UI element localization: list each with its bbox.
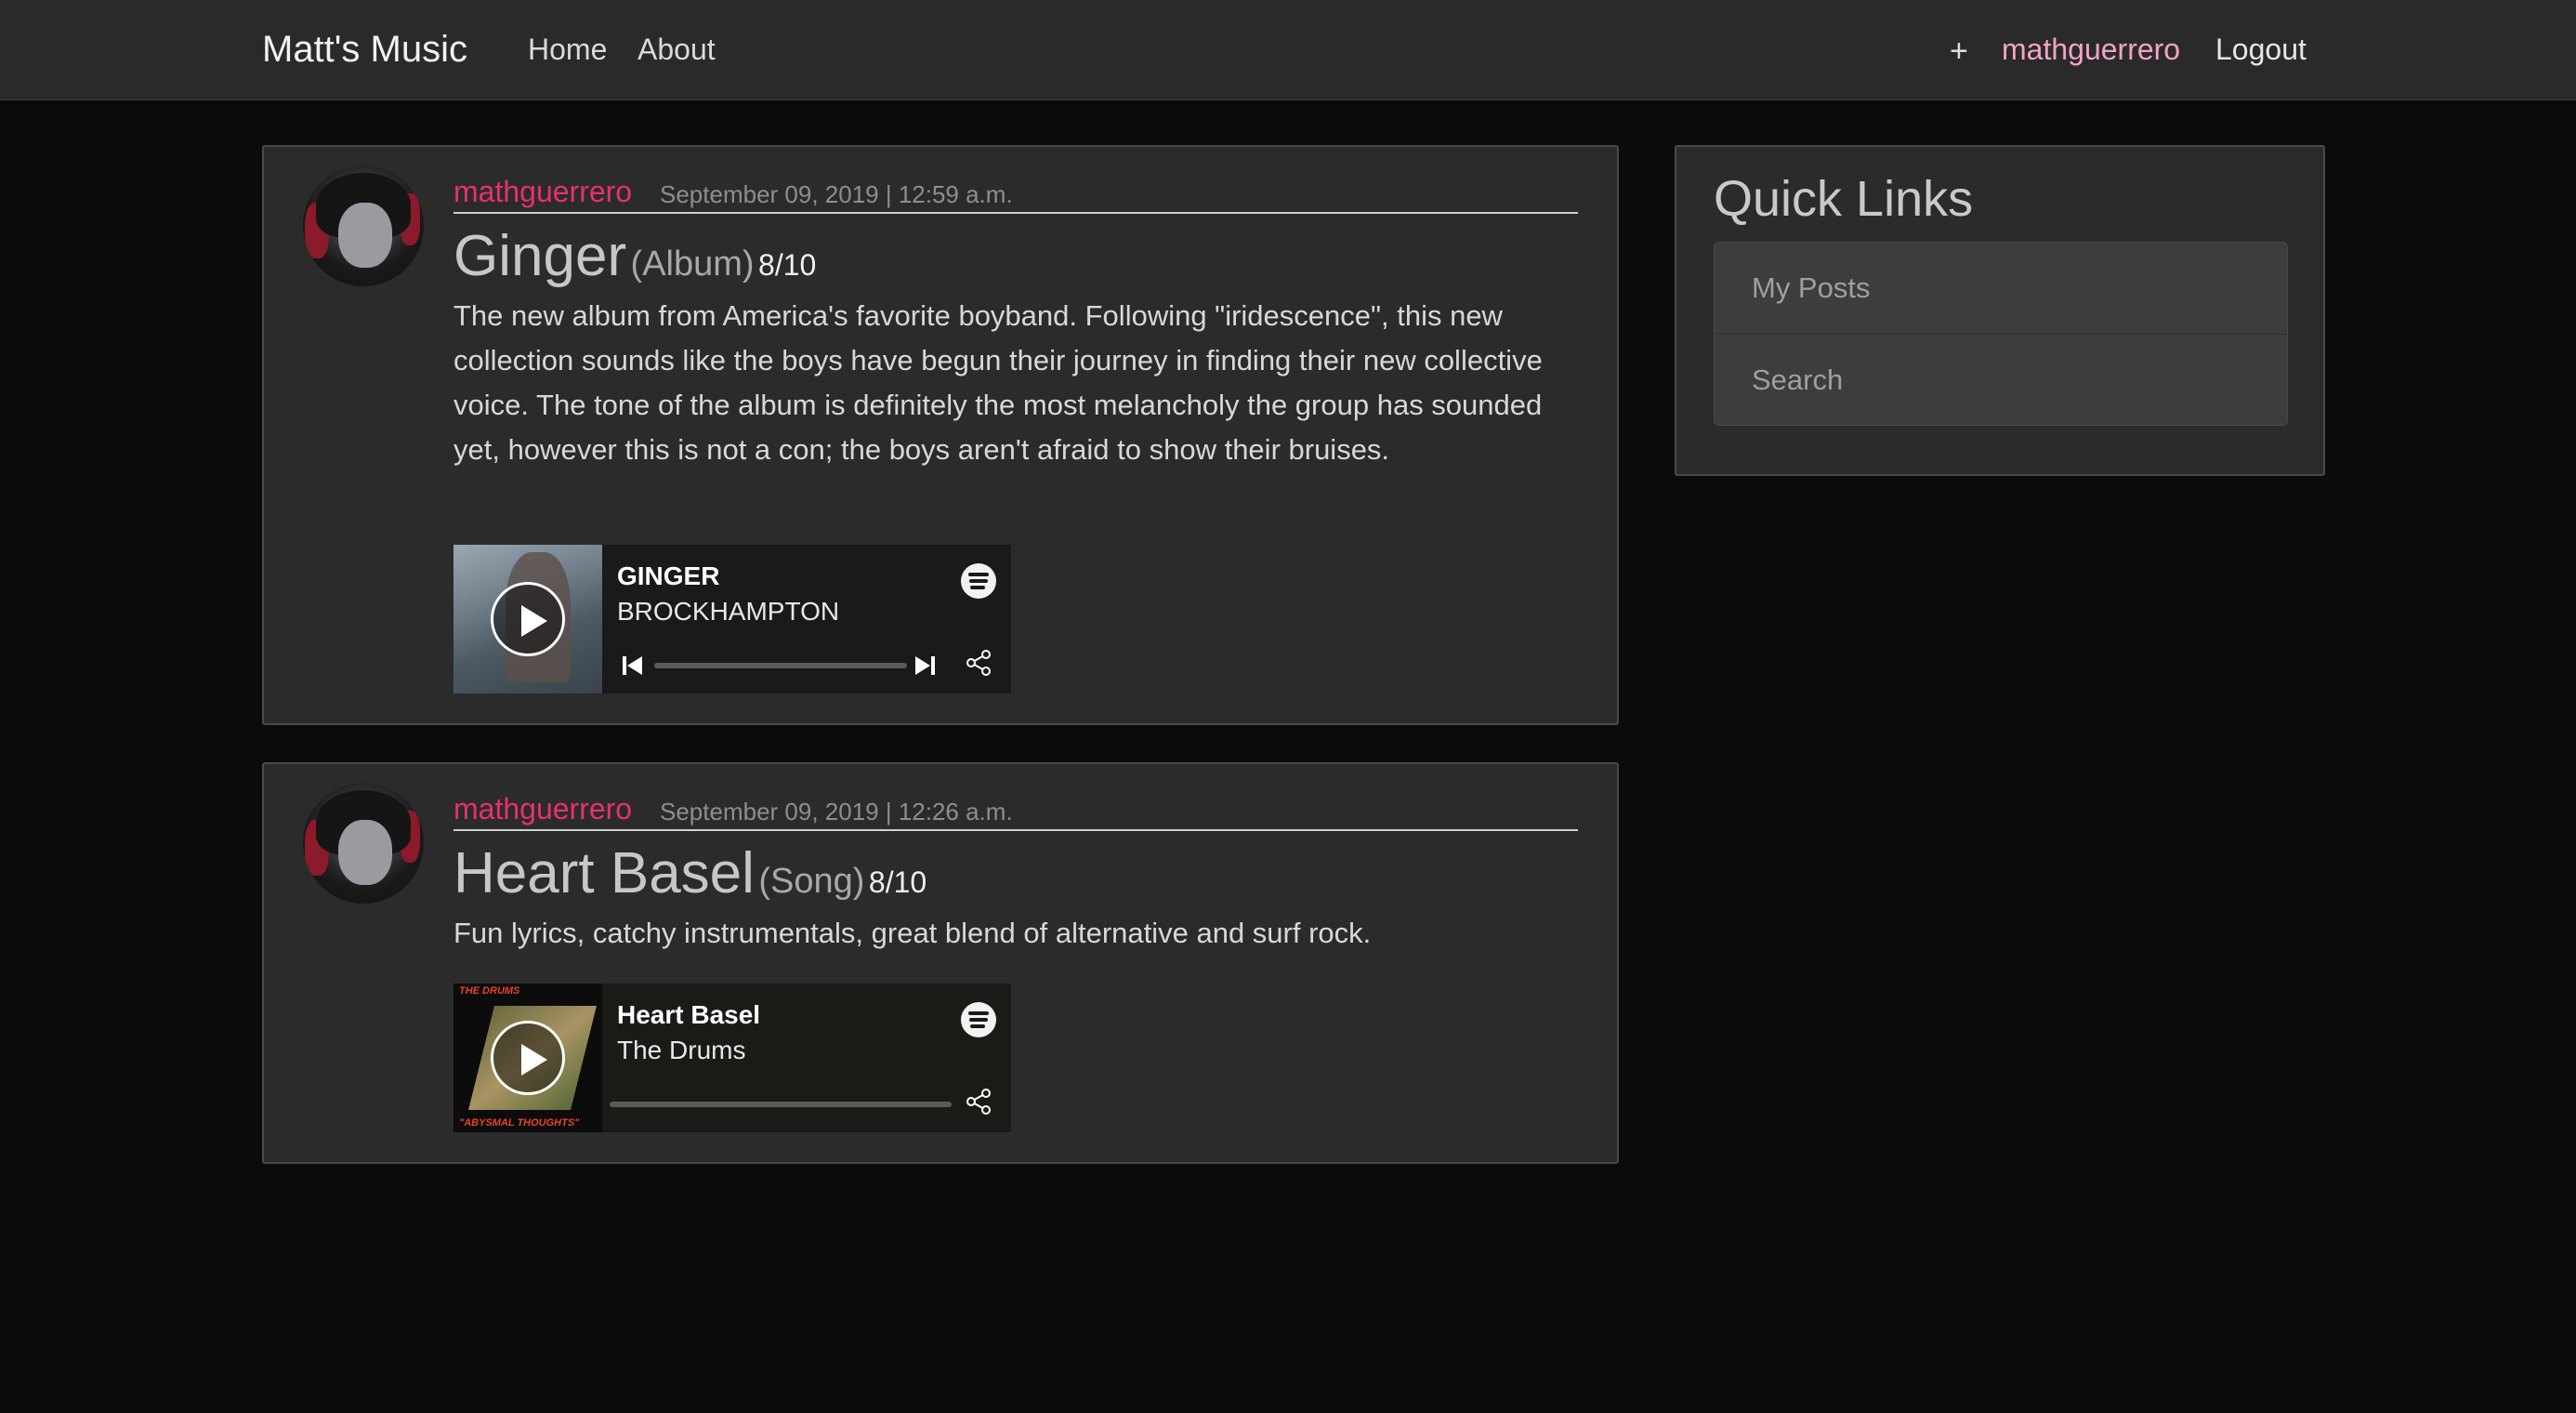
skip-back-icon[interactable] [621,654,643,677]
post-title-line: Ginger (Album) 8/10 [453,223,816,289]
nav-username-link[interactable]: mathguerrero [2002,26,2180,73]
spotify-icon[interactable] [961,1002,996,1037]
quick-links-title: Quick Links [1714,171,1974,227]
artist-name[interactable]: BROCKHAMPTON [617,595,839,628]
track-name[interactable]: Heart Basel [617,998,760,1032]
progress-bar[interactable] [654,663,907,668]
author-link[interactable]: mathguerrero [453,173,632,210]
search-link[interactable]: Search [1715,334,2287,425]
progress-bar[interactable] [610,1102,952,1107]
post-kind: (Song) [758,862,865,901]
post-card: mathguerrero September 09, 2019 | 12:59 … [262,145,1619,725]
post-header: mathguerrero September 09, 2019 | 12:59 … [453,147,1578,214]
share-icon[interactable] [965,649,992,677]
post-title-line: Heart Basel (Song) 8/10 [453,840,927,906]
skip-forward-icon[interactable] [914,654,937,677]
play-icon[interactable] [491,582,565,656]
nav-about-link[interactable]: About [637,26,716,73]
play-icon[interactable] [491,1021,565,1095]
author-avatar[interactable] [303,165,424,286]
my-posts-link[interactable]: My Posts [1715,243,2287,334]
cover-top-text: THE DRUMS [459,985,520,997]
post-body: The new album from America's favorite bo… [453,299,1543,466]
post-card: mathguerrero September 09, 2019 | 12:26 … [262,762,1619,1164]
artist-name[interactable]: The Drums [617,1034,745,1067]
brand-link[interactable]: Matt's Music [262,24,467,74]
navbar: Matt's Music Home About + mathguerrero L… [0,0,2576,100]
post-rating: 8/10 [868,865,927,899]
album-cover: THE DRUMS "ABYSMAL THOUGHTS" [453,984,602,1132]
share-icon[interactable] [965,1088,992,1116]
post-header: mathguerrero September 09, 2019 | 12:26 … [453,764,1578,831]
spotify-player[interactable]: GINGER BROCKHAMPTON [453,545,1011,693]
post-title[interactable]: Heart Basel [453,841,755,905]
quick-links-panel: Quick Links My Posts Search [1675,145,2325,476]
author-link[interactable]: mathguerrero [453,790,632,827]
post-date: September 09, 2019 | 12:59 a.m. [660,180,1013,208]
logout-link[interactable]: Logout [2215,26,2307,73]
nav-home-link[interactable]: Home [528,26,607,73]
track-name[interactable]: GINGER [617,560,719,593]
post-title[interactable]: Ginger [453,224,626,288]
album-cover [453,545,602,693]
new-post-button[interactable]: + [1950,28,1968,74]
post-rating: 8/10 [758,248,817,282]
post-kind: (Album) [630,244,755,284]
cover-bottom-text: "ABYSMAL THOUGHTS" [459,1117,580,1129]
post-date: September 09, 2019 | 12:26 a.m. [660,798,1013,825]
quick-links-list: My Posts Search [1714,242,2288,426]
spotify-icon[interactable] [961,563,996,599]
post-body: Fun lyrics, catchy instrumentals, great … [453,917,1372,949]
spotify-player[interactable]: THE DRUMS "ABYSMAL THOUGHTS" Heart Basel… [453,984,1011,1132]
author-avatar[interactable] [303,783,424,904]
